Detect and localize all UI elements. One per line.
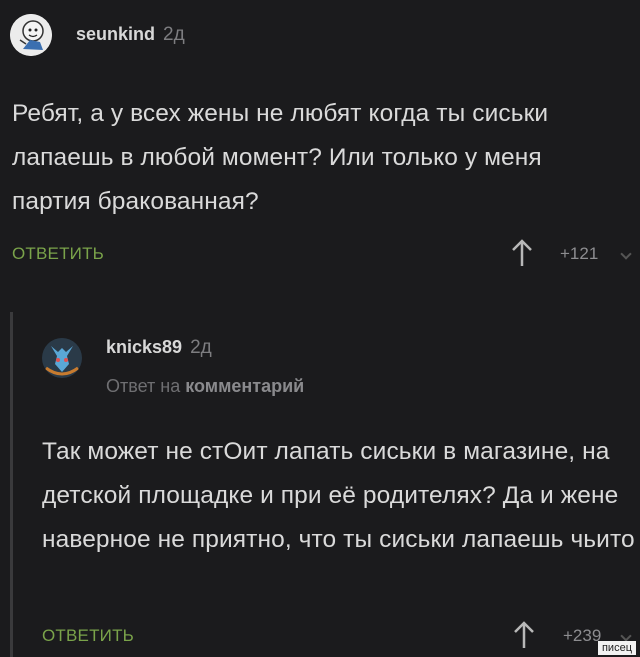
comment-text: Ребят, а у всех жены не любят когда ты с… <box>12 100 549 215</box>
avatar-icon <box>42 338 82 378</box>
reply-button[interactable]: ОТВЕТИТЬ <box>42 626 134 646</box>
upvote-arrow-icon[interactable] <box>510 238 534 273</box>
thread-line[interactable] <box>10 312 13 657</box>
avatar[interactable] <box>42 338 82 378</box>
reply-to-link[interactable]: комментарий <box>185 376 304 396</box>
author-name[interactable]: seunkind <box>76 24 155 44</box>
reply-button[interactable]: ОТВЕТИТЬ <box>12 244 104 264</box>
upvote-arrow-icon[interactable] <box>512 620 536 655</box>
author-name[interactable]: knicks89 <box>106 337 182 357</box>
watermark: писец <box>597 641 636 655</box>
reply-to-line: Ответ на комментарий <box>106 376 304 397</box>
collapse-chevron-icon[interactable] <box>620 630 632 642</box>
comment-score: +121 <box>560 244 599 263</box>
comment-author[interactable]: seunkind 2д <box>76 24 185 46</box>
collapse-chevron-icon[interactable] <box>620 248 632 260</box>
comment-text: Так может не стОит лапать сиськи в магаз… <box>42 438 635 553</box>
comment-time: 2д <box>163 24 185 45</box>
reply-to-prefix: Ответ на <box>106 376 181 396</box>
comment-time: 2д <box>190 337 212 358</box>
avatar[interactable] <box>10 14 52 56</box>
comment-score: +239 <box>563 626 602 645</box>
comment-author[interactable]: knicks89 2д <box>106 337 212 359</box>
avatar-icon <box>10 14 52 56</box>
